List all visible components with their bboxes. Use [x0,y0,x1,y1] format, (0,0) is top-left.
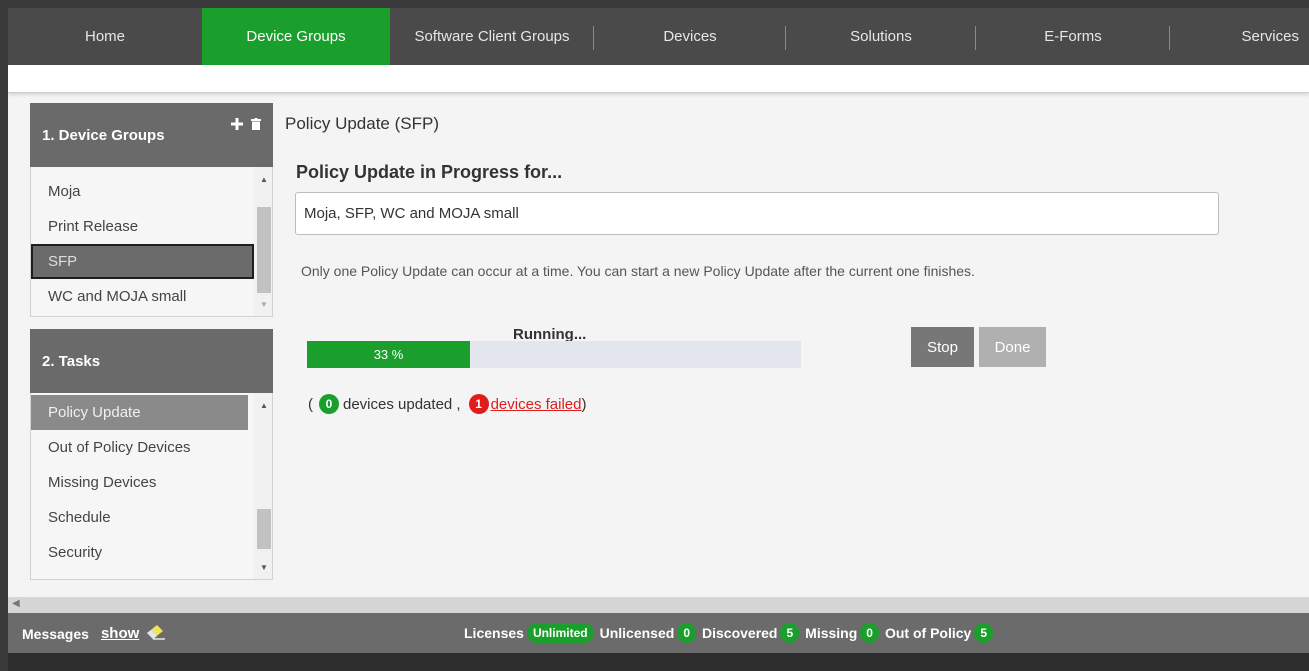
licenses-label: Licenses [464,625,524,641]
nav-solutions[interactable]: Solutions [786,8,976,65]
trash-icon[interactable] [251,117,261,134]
nav-home[interactable]: Home [8,8,202,65]
groups-field[interactable]: Moja, SFP, WC and MOJA small [295,192,1219,235]
unlicensed-badge: 0 [677,623,696,643]
updated-count-badge: 0 [319,394,339,414]
discovered-badge: 5 [780,623,800,643]
list-item-schedule[interactable]: Schedule [31,500,272,535]
licenses-badge: Unlimited [526,623,594,643]
sub-toolbar [8,65,1309,93]
scroll-left-arrow-icon[interactable]: ◀ [12,598,20,609]
list-item-sfp[interactable]: SFP [31,244,254,279]
open-paren: ( [308,395,313,413]
nav-devices[interactable]: Devices [594,8,786,65]
update-result: ( 0 devices updated , 1 devices failed ) [308,394,586,414]
missing-label: Missing [805,625,858,641]
out-of-policy-badge: 5 [974,623,994,643]
top-nav: Home Device Groups Software Client Group… [8,8,1309,65]
tasks-list: Policy Update Out of Policy Devices Miss… [30,393,273,580]
nav-software-client-groups[interactable]: Software Client Groups [390,8,594,65]
license-stats: Licenses Unlimited Unlicensed 0 Discover… [464,623,999,643]
nav-e-forms[interactable]: E-Forms [976,8,1170,65]
messages-area: Messages show [22,623,167,644]
device-groups-actions [231,117,261,134]
failed-count-badge: 1 [468,394,489,414]
messages-label: Messages [22,625,89,642]
list-item-missing-devices[interactable]: Missing Devices [31,465,272,500]
devices-failed-link[interactable]: devices failed [491,396,582,413]
close-paren: ) [581,395,587,413]
device-groups-scrollbar[interactable]: ▲ ▼ [254,167,272,316]
list-item-wc-and-moja-small[interactable]: WC and MOJA small [31,279,272,314]
nav-services[interactable]: Services [1170,8,1309,65]
device-groups-title: 1. Device Groups [42,126,165,144]
status-bar: Messages show Licenses Unlimited Unlicen… [8,613,1309,653]
updated-text: devices updated , [343,395,461,413]
progress-bar: 33 % [307,341,801,368]
tasks-scrollbar[interactable]: ▲ ▼ [254,393,272,579]
scroll-up-arrow-icon[interactable]: ▲ [258,175,270,185]
device-groups-header: 1. Device Groups [30,103,273,167]
eraser-icon[interactable] [145,623,167,644]
list-item-print-release[interactable]: Print Release [31,209,272,244]
list-item-security[interactable]: Security [31,535,272,570]
footer-bottom-bar [8,653,1309,671]
unlicensed-label: Unlicensed [599,625,675,641]
show-messages-link[interactable]: show [101,625,139,642]
tasks-header: 2. Tasks [30,329,273,393]
scrollbar-thumb[interactable] [257,509,271,549]
out-of-policy-label: Out of Policy [884,625,972,641]
page-title: Policy Update (SFP) [285,114,439,133]
nav-device-groups[interactable]: Device Groups [202,8,390,65]
done-button[interactable]: Done [979,327,1046,367]
discovered-label: Discovered [702,625,778,641]
progress-heading: Policy Update in Progress for... [296,162,563,182]
scrollbar-thumb[interactable] [257,207,271,293]
missing-badge: 0 [860,623,879,643]
scroll-down-arrow-icon[interactable]: ▼ [258,563,270,573]
horizontal-scrollbar[interactable]: ◀ [8,597,1309,613]
tasks-title: 2. Tasks [42,352,101,370]
scroll-up-arrow-icon[interactable]: ▲ [258,401,270,411]
scroll-down-arrow-icon[interactable]: ▼ [258,300,270,310]
list-item-moja[interactable]: Moja [31,174,272,209]
list-item-policy-update[interactable]: Policy Update [31,395,248,430]
add-icon[interactable] [231,117,243,134]
app-window: Home Device Groups Software Client Group… [8,8,1309,671]
notice-text: Only one Policy Update can occur at a ti… [301,263,975,279]
list-item-out-of-policy-devices[interactable]: Out of Policy Devices [31,430,272,465]
stop-button[interactable]: Stop [911,327,974,367]
progress-fill: 33 % [307,341,471,368]
device-groups-list: Moja Print Release SFP WC and MOJA small… [30,167,273,317]
